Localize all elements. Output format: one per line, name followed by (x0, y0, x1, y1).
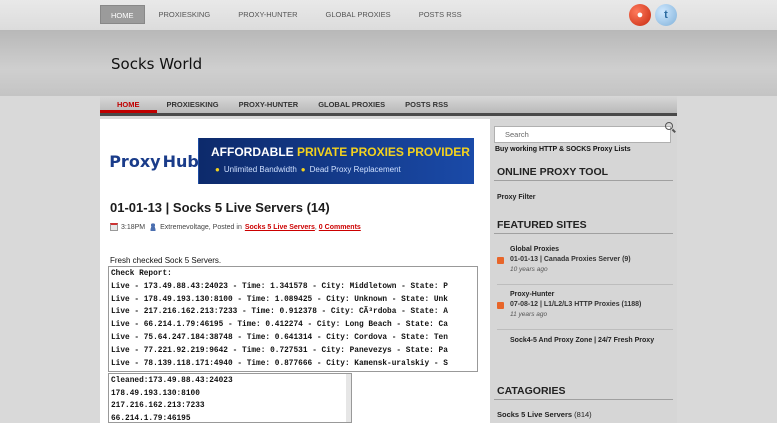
logo-text-left: Proxy (109, 151, 161, 171)
blogger-icon (497, 302, 504, 309)
featured-site-post[interactable]: 01-01-13 | Canada Proxies Server (9) (510, 256, 631, 263)
post-category-link[interactable]: Socks 5 Live Servers (245, 224, 315, 231)
banner-headline-highlight: PRIVATE PROXIES PROVIDER (297, 145, 470, 159)
proxyhub-logo: Proxy Hub (109, 138, 199, 184)
user-icon (149, 223, 158, 231)
banner-features: ● Unlimited Bandwidth ● Dead Proxy Replacem… (211, 165, 401, 174)
category-count: (814) (572, 410, 592, 419)
online-proxy-tool-heading: ONLINE PROXY TOOL (494, 166, 673, 181)
logo-text-right: Hub (162, 151, 199, 171)
check-report-box[interactable]: Check Report: Live - 173.49.88.43:24023 … (108, 266, 478, 372)
banner-body: AFFORDABLE PRIVATE PROXIES PROVIDER ● Unl… (199, 138, 474, 184)
featured-sites-heading: FEATURED SITES (494, 219, 673, 234)
proxyhub-banner[interactable]: Proxy Hub AFFORDABLE PRIVATE PROXIES PRO… (109, 138, 474, 184)
topnav-global-proxies[interactable]: GLOBAL PROXIES (312, 5, 405, 24)
cleaned-list-box[interactable]: Cleaned:173.49.88.43:24023 178.49.193.13… (108, 373, 352, 423)
featured-site-post[interactable]: 07-08-12 | L1/L2/L3 HTTP Proxies (1188) (510, 301, 641, 308)
categories-heading: CATAGORIES (494, 385, 673, 400)
search-input[interactable]: Search (494, 126, 671, 143)
mainnav-proxiesking[interactable]: PROXIESKING (157, 96, 229, 113)
site-header: Socks World (0, 30, 777, 96)
topnav-posts-rss[interactable]: POSTS RSS (405, 5, 476, 24)
calendar-icon (110, 223, 118, 231)
rss-icon[interactable]: ● (629, 4, 651, 26)
mainnav-global-proxies[interactable]: GLOBAL PROXIES (308, 96, 395, 113)
mainnav-home[interactable]: HOME (100, 96, 157, 113)
posted-in-label: , Posted in (208, 223, 242, 231)
mainnav-posts-rss[interactable]: POSTS RSS (395, 96, 458, 113)
twitter-icon[interactable]: t (655, 4, 677, 26)
banner-feature-2: Dead Proxy Replacement (309, 165, 401, 174)
post-time: 3:18PM (121, 223, 146, 231)
top-bar: HOME PROXIESKING PROXY-HUNTER GLOBAL PRO… (0, 0, 777, 30)
post-meta: 3:18PM Extremevoltage , Posted in Socks … (110, 223, 361, 231)
sidebar: Search Buy working HTTP & SOCKS Proxy Li… (490, 119, 677, 423)
search-icon[interactable] (665, 122, 673, 130)
mainnav-proxy-hunter[interactable]: PROXY-HUNTER (229, 96, 309, 113)
main-content: Proxy Hub AFFORDABLE PRIVATE PROXIES PRO… (100, 119, 490, 423)
post-title[interactable]: 01-01-13 | Socks 5 Live Servers (14) (110, 200, 330, 215)
banner-headline-plain: AFFORDABLE (211, 145, 297, 159)
featured-site-age: 10 years ago (510, 266, 548, 273)
post-comments-link[interactable]: 0 Comments (319, 224, 361, 231)
featured-site-name[interactable]: Proxy-Hunter (510, 291, 554, 298)
divider (497, 284, 673, 285)
featured-site-3[interactable]: Sock4-5 And Proxy Zone | 24/7 Fresh Prox… (510, 336, 670, 346)
post-intro: Fresh checked Sock 5 Servers. (110, 256, 222, 265)
divider (497, 329, 673, 330)
sidebar-tagline[interactable]: Buy working HTTP & SOCKS Proxy Lists (495, 146, 631, 153)
proxy-filter-link[interactable]: Proxy Filter (497, 194, 536, 201)
featured-site-name[interactable]: Global Proxies (510, 246, 559, 253)
bullet-icon: ● (215, 165, 220, 174)
banner-feature-1: Unlimited Bandwidth (223, 165, 297, 174)
scrollbar[interactable] (346, 374, 351, 422)
topnav-proxiesking[interactable]: PROXIESKING (145, 5, 225, 24)
site-title[interactable]: Socks World (111, 55, 202, 73)
featured-site-age: 11 years ago (510, 311, 548, 318)
check-report-text: Check Report: Live - 173.49.88.43:24023 … (111, 270, 448, 368)
top-nav: HOME PROXIESKING PROXY-HUNTER GLOBAL PRO… (100, 5, 476, 25)
topnav-home[interactable]: HOME (100, 5, 145, 24)
category-name[interactable]: Socks 5 Live Servers (497, 410, 572, 419)
main-nav: HOME PROXIESKING PROXY-HUNTER GLOBAL PRO… (100, 96, 677, 116)
bullet-icon: ● (300, 165, 306, 174)
post-author: Extremevoltage (160, 223, 209, 231)
cleaned-list-text: Cleaned:173.49.88.43:24023 178.49.193.13… (111, 377, 233, 423)
category-item: Socks 5 Live Servers (814) (497, 410, 592, 419)
blogger-icon (497, 257, 504, 264)
topnav-proxy-hunter[interactable]: PROXY-HUNTER (224, 5, 311, 24)
banner-headline: AFFORDABLE PRIVATE PROXIES PROVIDER (211, 145, 470, 159)
